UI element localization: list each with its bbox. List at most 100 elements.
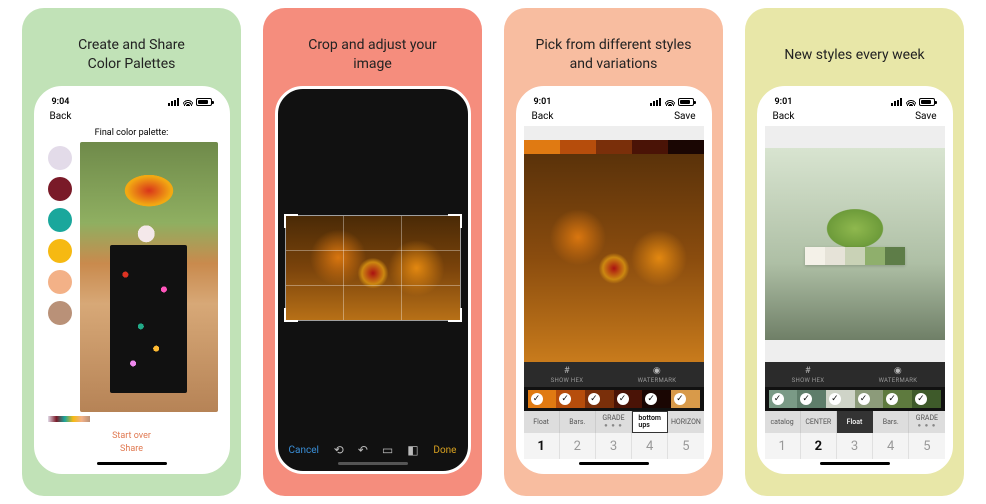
home-indicator (820, 462, 890, 465)
save-button[interactable]: Save (915, 111, 936, 122)
status-icons (891, 98, 935, 106)
style-tab[interactable]: Bars. (560, 411, 596, 433)
watermark-toggle[interactable]: ◉ WATERMARK (638, 366, 677, 384)
style-editor: # SHOW HEX ◉ WATERMARK ✓✓✓✓✓✓ FloatBars.… (524, 126, 704, 459)
variation-number[interactable]: 4 (632, 433, 668, 459)
check-icon: ✓ (531, 393, 543, 405)
variation-number[interactable]: 2 (801, 433, 837, 459)
hash-icon: # (805, 366, 811, 376)
strip-swatch (668, 140, 704, 154)
check-cell[interactable]: ✓ (912, 390, 941, 408)
variation-numbers: 12345 (765, 433, 945, 459)
style-tab-label: GRADE (916, 415, 938, 422)
flip-icon[interactable]: ◧ (407, 443, 418, 457)
style-editor: # SHOW HEX ◉ WATERMARK ✓✓✓✓✓✓ catalogCEN… (765, 126, 945, 459)
back-button[interactable]: Back (50, 111, 72, 122)
check-cell[interactable]: ✓ (769, 390, 798, 408)
style-tab[interactable]: Bars. (873, 411, 909, 433)
variation-number[interactable]: 3 (596, 433, 632, 459)
strip-swatch (825, 247, 845, 265)
style-tab-label: Float (847, 419, 863, 426)
status-icons (650, 98, 694, 106)
check-icon: ✓ (588, 393, 600, 405)
style-tab[interactable]: Float (837, 411, 873, 433)
check-cell[interactable]: ✓ (556, 390, 585, 408)
palette-swatch[interactable] (48, 146, 72, 170)
crop-toolbar: Cancel ⟲ ↶ ▭ ◧ Done (283, 437, 463, 459)
style-tab[interactable]: GRADE● ● ● (909, 411, 944, 433)
style-tab-label: CENTER (805, 419, 831, 426)
crop-handle-bl[interactable] (284, 308, 298, 322)
style-tab[interactable]: GRADE● ● ● (596, 411, 632, 433)
variation-number[interactable]: 4 (873, 433, 909, 459)
crop-handle-tl[interactable] (284, 214, 298, 228)
crop-handle-tr[interactable] (448, 214, 462, 228)
nav-bar: Back Save (524, 109, 704, 126)
eye-icon: ◉ (653, 366, 661, 376)
style-tab-label: Bars. (569, 419, 585, 426)
style-tab[interactable]: CENTER (801, 411, 837, 433)
style-tab[interactable]: Float (524, 411, 560, 433)
start-over-button[interactable]: Start over (42, 431, 222, 441)
variation-number[interactable]: 3 (837, 433, 873, 459)
aspect-icon[interactable]: ▭ (382, 443, 393, 457)
undo-icon[interactable]: ↶ (358, 443, 368, 457)
cancel-button[interactable]: Cancel (289, 445, 319, 456)
palette-swatch[interactable] (48, 301, 72, 325)
signal-icon (891, 98, 903, 106)
check-icon: ✓ (617, 393, 629, 405)
check-cell[interactable]: ✓ (797, 390, 826, 408)
source-photo (80, 142, 218, 412)
done-button[interactable]: Done (433, 445, 456, 456)
style-tab-label: HORIZON (671, 419, 701, 426)
variation-number[interactable]: 1 (765, 433, 801, 459)
status-bar: 9:04 (42, 94, 222, 109)
back-button[interactable]: Back (773, 111, 795, 122)
variation-number[interactable]: 5 (668, 433, 703, 459)
show-hex-toggle[interactable]: # SHOW HEX (551, 366, 584, 384)
hash-icon: # (564, 366, 570, 376)
check-cell[interactable]: ✓ (826, 390, 855, 408)
home-indicator (97, 462, 167, 465)
wifi-icon (665, 98, 675, 106)
palette-swatch[interactable] (48, 208, 72, 232)
style-tab[interactable]: bottom ups (632, 411, 668, 433)
variation-number[interactable]: 2 (560, 433, 596, 459)
status-bar: 9:01 (524, 94, 704, 109)
palette-swatch[interactable] (48, 239, 72, 263)
check-cell[interactable]: ✓ (642, 390, 671, 408)
check-cell[interactable]: ✓ (528, 390, 557, 408)
style-tab[interactable]: HORIZON (668, 411, 703, 433)
palette-swatch[interactable] (48, 270, 72, 294)
eye-icon: ◉ (894, 366, 902, 376)
check-cell[interactable]: ✓ (883, 390, 912, 408)
variation-numbers: 12345 (524, 433, 704, 459)
back-button[interactable]: Back (532, 111, 554, 122)
overlay-palette-strip (805, 247, 905, 265)
variation-number[interactable]: 1 (524, 433, 560, 459)
palette-swatch[interactable] (48, 177, 72, 201)
signal-icon (168, 98, 180, 106)
crop-handle-br[interactable] (448, 308, 462, 322)
style-tab[interactable]: catalog (765, 411, 801, 433)
check-cell[interactable]: ✓ (585, 390, 614, 408)
promo-title: Crop and adjust your image (304, 18, 441, 86)
show-hex-toggle[interactable]: # SHOW HEX (792, 366, 825, 384)
battery-icon (196, 98, 212, 106)
save-button[interactable]: Save (674, 111, 695, 122)
check-row: ✓✓✓✓✓✓ (524, 387, 704, 411)
check-cell[interactable]: ✓ (614, 390, 643, 408)
watermark-toggle[interactable]: ◉ WATERMARK (879, 366, 918, 384)
nav-bar: Back Save (765, 109, 945, 126)
share-button[interactable]: Share (42, 444, 222, 454)
palette-swatch-column (46, 142, 74, 412)
rotate-icon[interactable]: ⟲ (334, 443, 344, 457)
promo-title: New styles every week (780, 18, 928, 86)
check-icon: ✓ (858, 393, 870, 405)
strip-swatch (632, 140, 668, 154)
crop-area[interactable] (286, 216, 460, 320)
check-cell[interactable]: ✓ (855, 390, 884, 408)
check-cell[interactable]: ✓ (671, 390, 700, 408)
variation-number[interactable]: 5 (909, 433, 944, 459)
check-icon: ✓ (800, 393, 812, 405)
